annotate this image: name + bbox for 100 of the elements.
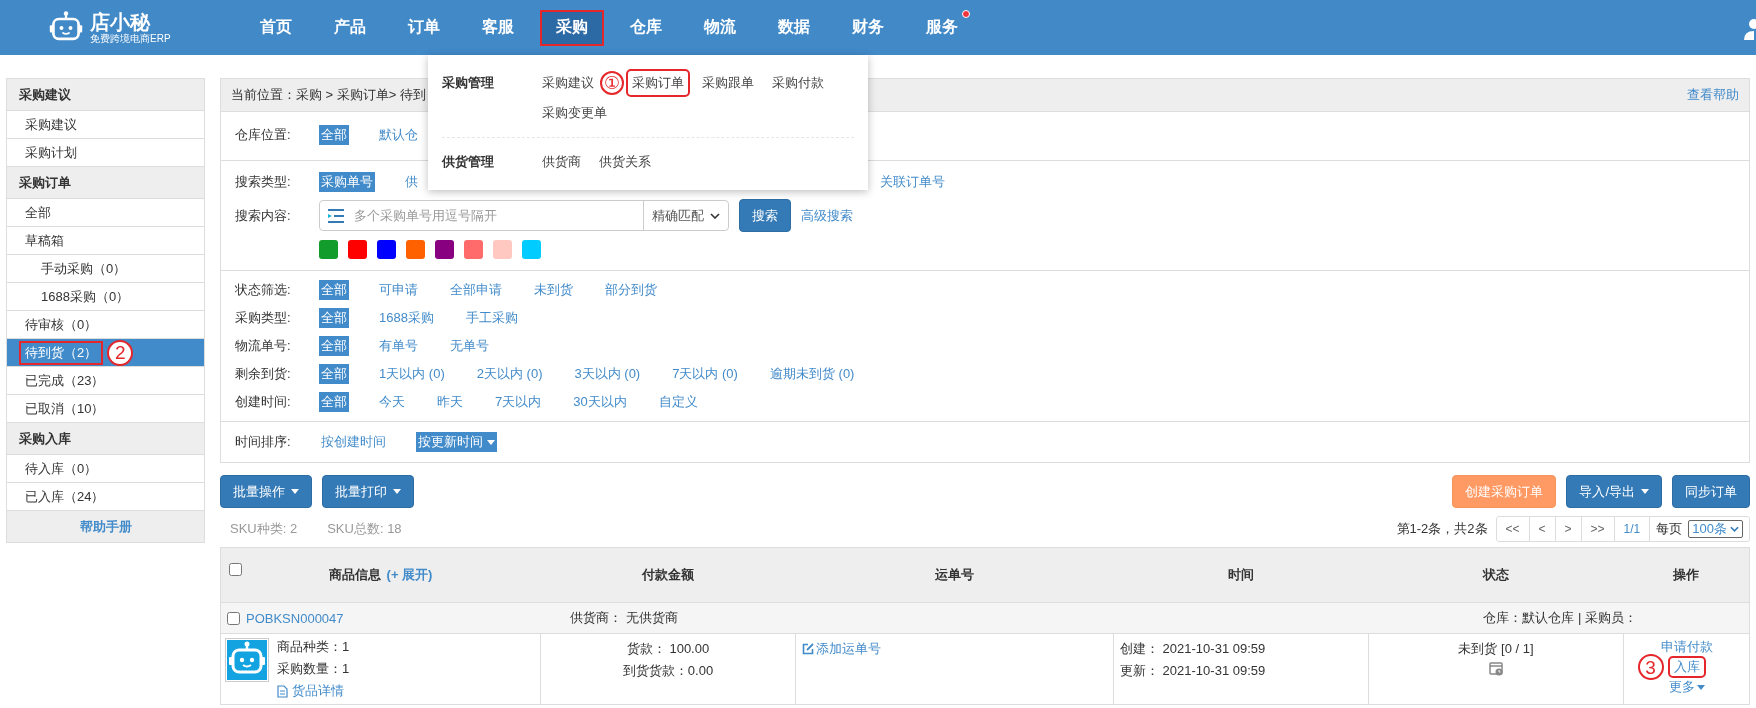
product-info-text: 采购数量：1 (277, 660, 350, 678)
search-field[interactable]: 多个采购单号用逗号隔开 精确匹配 (319, 200, 729, 231)
color-tag[interactable] (493, 239, 512, 259)
filter-option[interactable]: 采购单号 (319, 172, 375, 192)
filter-option[interactable]: 全部 (319, 308, 349, 328)
toolbar-button[interactable]: 同步订单 (1672, 475, 1750, 508)
warehouse-buyer-text: 仓库：默认仓库 | 采购员： (1483, 609, 1637, 627)
color-tag[interactable] (348, 239, 367, 259)
advanced-search-link[interactable]: 高级搜索 (801, 206, 853, 225)
nav-tab[interactable]: 数据 (764, 11, 824, 44)
filter-option[interactable]: 2天以内 (0) (474, 364, 545, 384)
menu-item[interactable]: 采购跟单 (698, 71, 758, 95)
filter-option[interactable]: 7天以内 (493, 392, 544, 412)
product-detail-link[interactable]: 货品详情 (277, 682, 350, 700)
action-link[interactable]: 申请付款 (1656, 638, 1717, 656)
page-button[interactable]: < (1529, 517, 1556, 541)
nav-tab[interactable]: 仓库 (616, 11, 676, 44)
sort-option[interactable]: 按更新时间 (416, 432, 497, 452)
filter-option[interactable]: 手工采购 (463, 308, 520, 328)
order-number-link[interactable]: POBKSN000047 (246, 610, 344, 626)
page-button[interactable]: > (1555, 517, 1582, 541)
filter-option[interactable]: 7天以内 (0) (670, 364, 740, 384)
filter-option[interactable]: 全部 (319, 336, 349, 356)
filter-option[interactable]: 今天 (377, 392, 407, 412)
menu-item[interactable]: 采购付款 (768, 71, 828, 95)
toolbar-button[interactable]: 创建采购订单 (1452, 475, 1557, 508)
filter-option[interactable]: 无单号 (448, 336, 491, 356)
menu-item[interactable]: 采购订单 (628, 71, 688, 95)
nav-tab[interactable]: 财务 (838, 11, 898, 44)
nav-tab[interactable]: 首页 (246, 11, 306, 44)
help-link[interactable]: 查看帮助 (1687, 86, 1739, 104)
sidebar-heading: 采购建议 (7, 79, 204, 111)
color-tag[interactable] (464, 239, 483, 259)
caret-icon (487, 439, 495, 445)
toolbar-button[interactable]: 批量打印 (322, 475, 414, 508)
sort-option[interactable]: 按创建时间 (319, 432, 388, 452)
filter-option[interactable]: 3天以内 (0) (572, 364, 643, 384)
toolbar-button[interactable]: 导入/导出 (1566, 475, 1662, 508)
filter-option[interactable]: 有单号 (377, 336, 420, 356)
filter-option[interactable]: 供 (403, 172, 420, 192)
sku-stat: SKU总数: 18 (327, 521, 402, 536)
select-all-checkbox[interactable] (229, 563, 242, 576)
nav-tab[interactable]: 订单 (394, 11, 454, 44)
nav-tab[interactable]: 客服 (468, 11, 528, 44)
nav-tab[interactable]: 服务 (912, 11, 972, 44)
color-tag[interactable] (319, 239, 338, 259)
menu-item[interactable]: 供货关系 (595, 150, 655, 174)
nav-tab[interactable]: 采购 (542, 11, 602, 44)
color-tag[interactable] (377, 239, 396, 259)
help-manual-link[interactable]: 帮助手册 (7, 511, 204, 543)
column-header: 付款金额 (641, 566, 694, 584)
search-button[interactable]: 搜索 (739, 199, 791, 232)
logo-tagline: 免费跨境电商ERP (90, 32, 171, 45)
column-header: 操作 (1673, 566, 1699, 584)
filter-option[interactable]: 全部 (319, 364, 349, 384)
nav-tab[interactable]: 产品 (320, 11, 380, 44)
user-icon[interactable] (1742, 18, 1756, 40)
filter-option[interactable]: 昨天 (435, 392, 465, 412)
filter-option[interactable]: 默认仓 (377, 125, 420, 145)
menu-item[interactable]: 采购变更单 (538, 101, 611, 125)
filter-option[interactable]: 可申请 (377, 280, 420, 300)
page-indicator[interactable]: 1/1 (1614, 517, 1651, 541)
list-icon (328, 208, 344, 223)
filter-option[interactable]: 全部 (319, 392, 349, 412)
action-link[interactable]: 入库 (1669, 658, 1704, 676)
filter-label: 搜索内容: (234, 206, 292, 225)
color-tag[interactable] (406, 239, 425, 259)
filter-option[interactable]: 全部 (319, 280, 349, 300)
filter-label: 仓库位置: (234, 126, 292, 144)
action-link[interactable]: 更多 (1664, 678, 1709, 696)
column-header: 状态 (1482, 566, 1509, 584)
nav-tab[interactable]: 物流 (690, 11, 750, 44)
filter-option[interactable]: 1688采购 (377, 308, 436, 328)
filter-option[interactable]: 关联订单号 (878, 172, 947, 192)
menu-group-title: 供货管理 (442, 153, 495, 171)
page-button[interactable]: >> (1581, 517, 1615, 541)
filter-option[interactable]: 30天以内 (571, 392, 629, 412)
filter-option[interactable]: 全部 (319, 125, 349, 145)
filter-label: 时间排序: (234, 433, 292, 451)
add-tracking-link[interactable]: 添加运单号 (802, 640, 1107, 658)
filter-option[interactable]: 部分到货 (603, 280, 659, 300)
match-select[interactable]: 精确匹配 (643, 201, 728, 230)
filter-option[interactable]: 逾期未到货 (0) (767, 364, 857, 384)
order-checkbox[interactable] (227, 611, 240, 625)
filter-option[interactable]: 1天以内 (0) (377, 364, 447, 384)
page-button[interactable]: << (1496, 517, 1530, 541)
menu-item[interactable]: 供货商 (538, 150, 585, 174)
color-tag[interactable] (435, 239, 454, 259)
toolbar-button[interactable]: 批量操作 (220, 475, 312, 508)
menu-item[interactable]: 采购建议 (538, 71, 598, 95)
logo-name: 店小秘 (90, 10, 152, 33)
expand-link[interactable]: (+ 展开) (386, 566, 433, 584)
filter-option[interactable]: 全部申请 (448, 280, 504, 300)
filter-option[interactable]: 未到货 (532, 280, 575, 300)
status-text: 未到货 [0 / 1] (1458, 640, 1534, 658)
color-tag[interactable] (522, 239, 541, 259)
product-info-text: 商品种类：1 (277, 638, 350, 656)
filter-option[interactable]: 自定义 (656, 392, 700, 412)
sidebar-item[interactable]: 待到货（2） 2 (7, 339, 204, 367)
per-page-select[interactable]: 100条 (1688, 520, 1743, 538)
